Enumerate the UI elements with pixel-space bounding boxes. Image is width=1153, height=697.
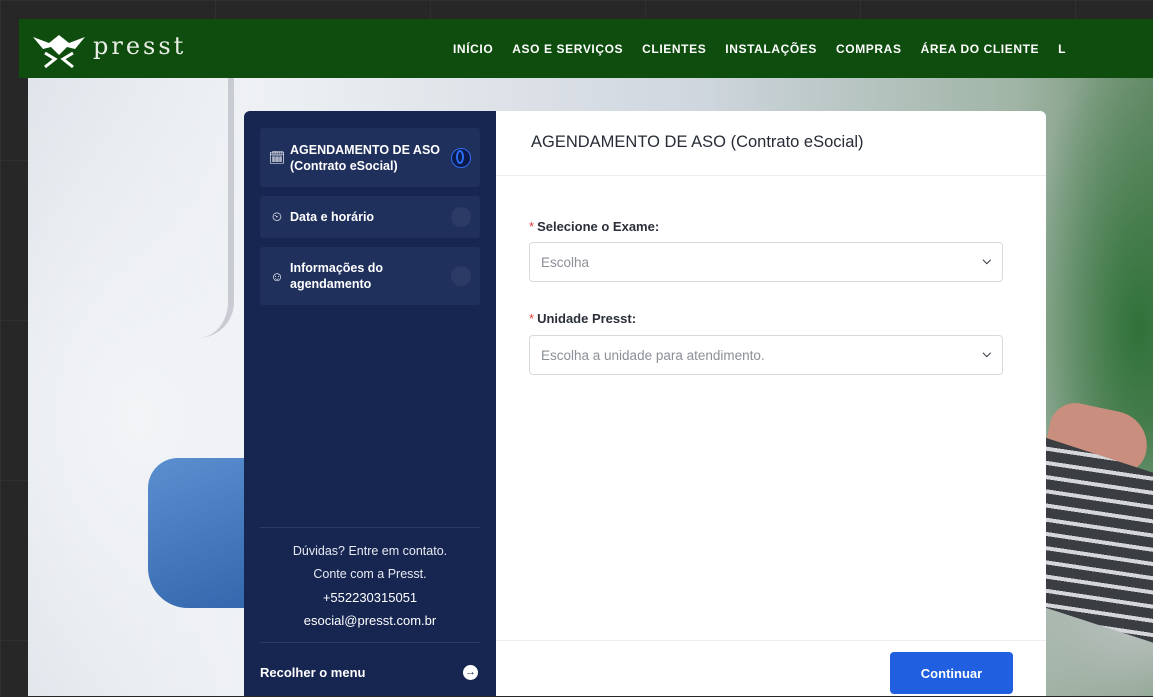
nav-aso-servicos[interactable]: ASO E SERVIÇOS (512, 42, 623, 56)
top-navbar: presst INÍCIO ASO E SERVIÇOS CLIENTES IN… (19, 19, 1153, 78)
collapse-menu-button[interactable]: Recolher o menu → (260, 658, 478, 686)
arrow-right-circle-icon: → (463, 664, 478, 680)
step-label: Informações do agendamento (290, 260, 383, 292)
exam-field-label: * Selecione o Exame: (529, 219, 659, 234)
form-footer: Continuar (496, 640, 1046, 697)
step-label: AGENDAMENTO DE ASO (Contrato eSocial) (290, 142, 440, 174)
exam-select[interactable]: Escolha ⌵ (529, 242, 1003, 282)
contact-phone-link[interactable]: +552230315051 (260, 586, 480, 609)
collapse-menu-label: Recolher o menu (260, 664, 366, 680)
keyboard-shape (1038, 435, 1153, 651)
exam-select-placeholder: Escolha (541, 254, 590, 270)
chevron-down-icon: ⌵ (982, 255, 991, 267)
page-title: AGENDAMENTO DE ASO (Contrato eSocial) (531, 132, 864, 151)
step-label: Data e horário (290, 210, 375, 224)
nav-compras[interactable]: COMPRAS (836, 42, 902, 56)
nav-truncated-item[interactable]: L (1058, 42, 1066, 56)
nav-inicio[interactable]: INÍCIO (453, 42, 493, 56)
nav-area-do-cliente[interactable]: ÁREA DO CLIENTE (921, 42, 1040, 56)
step-informacoes-agendamento[interactable]: ☺︎ Informações do agendamento (260, 247, 480, 305)
chevron-down-icon: ⌵ (982, 348, 991, 360)
calendar-check-icon: 🗓︎ (268, 149, 286, 165)
exam-label-text: Selecione o Exame: (537, 219, 660, 234)
contact-help-text: Dúvidas? Entre em contato. (292, 544, 448, 558)
unit-field-label: * Unidade Presst: (529, 311, 636, 326)
step-label-line2: agendamento (290, 277, 372, 291)
step-status-active-icon (451, 147, 471, 168)
contact-info: Dúvidas? Entre em contato. Conte com a P… (260, 527, 480, 643)
contact-email-link[interactable]: esocial@presst.com.br (260, 609, 480, 632)
brand-name: presst (93, 31, 187, 60)
required-marker: * (529, 311, 535, 326)
clock-icon: ⏲︎ (271, 209, 283, 224)
brand-logo[interactable]: presst (31, 29, 186, 69)
form-header: AGENDAMENTO DE ASO (Contrato eSocial) (496, 111, 1046, 176)
step-status-pending-icon (451, 266, 471, 286)
unit-select[interactable]: Escolha a unidade para atendimento. ⌵ (529, 335, 1003, 375)
stethoscope-shape (198, 78, 234, 338)
step-label-line1: AGENDAMENTO DE ASO (290, 142, 441, 157)
step-status-pending-icon (451, 207, 471, 227)
steps-sidebar: 🗓︎ AGENDAMENTO DE ASO (Contrato eSocial)… (244, 111, 496, 696)
step-label-line1: Informações do (290, 261, 384, 275)
contact-tagline: Conte com a Presst. (313, 567, 427, 581)
unit-select-placeholder: Escolha a unidade para atendimento. (541, 347, 765, 363)
unit-label-text: Unidade Presst: (537, 311, 637, 326)
user-icon: ☺︎ (270, 268, 284, 284)
nav-clientes[interactable]: CLIENTES (642, 42, 706, 56)
continue-button[interactable]: Continuar (890, 652, 1013, 694)
form-panel: AGENDAMENTO DE ASO (Contrato eSocial) * S… (496, 111, 1046, 696)
nav-instalacoes[interactable]: INSTALAÇÕES (725, 42, 817, 56)
required-marker: * (529, 219, 535, 234)
presst-bird-logo-icon (33, 34, 85, 68)
step-data-horario[interactable]: ⏲︎ Data e horário (260, 196, 480, 238)
main-menu: INÍCIO ASO E SERVIÇOS CLIENTES INSTALAÇÕ… (453, 19, 1085, 78)
step-label-line2: (Contrato eSocial) (290, 158, 398, 173)
step-agendamento-aso[interactable]: 🗓︎ AGENDAMENTO DE ASO (Contrato eSocial) (260, 128, 480, 187)
